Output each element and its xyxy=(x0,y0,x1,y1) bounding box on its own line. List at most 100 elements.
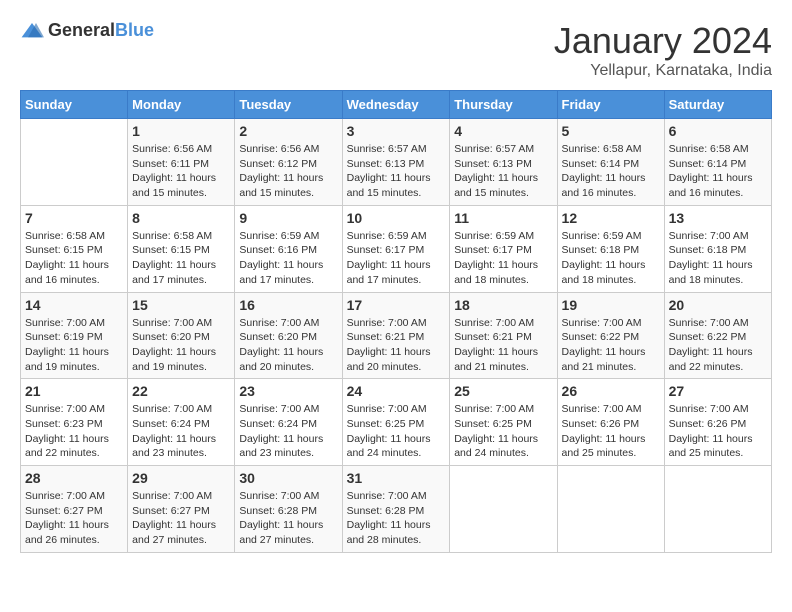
day-info: Sunrise: 6:58 AM Sunset: 6:15 PM Dayligh… xyxy=(132,229,230,288)
calendar-cell: 14 Sunrise: 7:00 AM Sunset: 6:19 PM Dayli… xyxy=(21,292,128,379)
calendar-header-row: SundayMondayTuesdayWednesdayThursdayFrid… xyxy=(21,91,772,119)
calendar-cell: 12Sunrise: 6:59 AM Sunset: 6:18 PM Dayli… xyxy=(557,205,664,292)
day-number: 15 xyxy=(132,297,230,313)
day-of-week-tuesday: Tuesday xyxy=(235,91,342,119)
calendar-week-row: 21 Sunrise: 7:00 AM Sunset: 6:23 PM Dayli… xyxy=(21,379,772,466)
day-info: Sunrise: 6:59 AM Sunset: 6:16 PM Dayligh… xyxy=(239,229,337,288)
page-header: GeneralBlue January 2024 Yellapur, Karna… xyxy=(20,20,772,80)
calendar-week-row: 14 Sunrise: 7:00 AM Sunset: 6:19 PM Dayli… xyxy=(21,292,772,379)
logo-icon xyxy=(20,21,44,41)
calendar-cell xyxy=(450,466,557,553)
day-number: 29 xyxy=(132,470,230,486)
title-block: January 2024 Yellapur, Karnataka, India xyxy=(554,20,772,80)
calendar-cell: 30 Sunrise: 7:00 AM Sunset: 6:28 PM Dayli… xyxy=(235,466,342,553)
calendar-cell: 5 Sunrise: 6:58 AM Sunset: 6:14 PM Daylig… xyxy=(557,119,664,206)
day-number: 5 xyxy=(562,123,660,139)
calendar-cell: 15 Sunrise: 7:00 AM Sunset: 6:20 PM Dayli… xyxy=(128,292,235,379)
day-number: 21 xyxy=(25,383,123,399)
calendar-cell xyxy=(557,466,664,553)
day-info: Sunrise: 7:00 AM Sunset: 6:28 PM Dayligh… xyxy=(239,489,337,548)
day-number: 28 xyxy=(25,470,123,486)
day-of-week-sunday: Sunday xyxy=(21,91,128,119)
day-number: 24 xyxy=(347,383,446,399)
calendar-cell: 28 Sunrise: 7:00 AM Sunset: 6:27 PM Dayli… xyxy=(21,466,128,553)
day-number: 10 xyxy=(347,210,446,226)
day-info: Sunrise: 6:59 AM Sunset: 6:17 PM Dayligh… xyxy=(347,229,446,288)
calendar-table: SundayMondayTuesdayWednesdayThursdayFrid… xyxy=(20,90,772,553)
calendar-cell: 3 Sunrise: 6:57 AM Sunset: 6:13 PM Daylig… xyxy=(342,119,450,206)
logo-blue: Blue xyxy=(115,20,154,40)
calendar-cell: 8 Sunrise: 6:58 AM Sunset: 6:15 PM Daylig… xyxy=(128,205,235,292)
day-info: Sunrise: 6:59 AM Sunset: 6:18 PM Dayligh… xyxy=(562,229,660,288)
day-info: Sunrise: 6:56 AM Sunset: 6:12 PM Dayligh… xyxy=(239,142,337,201)
day-info: Sunrise: 7:00 AM Sunset: 6:19 PM Dayligh… xyxy=(25,316,123,375)
calendar-cell: 25 Sunrise: 7:00 AM Sunset: 6:25 PM Dayli… xyxy=(450,379,557,466)
calendar-cell xyxy=(21,119,128,206)
day-number: 25 xyxy=(454,383,552,399)
calendar-subtitle: Yellapur, Karnataka, India xyxy=(554,62,772,80)
day-of-week-wednesday: Wednesday xyxy=(342,91,450,119)
day-info: Sunrise: 7:00 AM Sunset: 6:25 PM Dayligh… xyxy=(347,402,446,461)
logo: GeneralBlue xyxy=(20,20,154,41)
day-number: 2 xyxy=(239,123,337,139)
day-info: Sunrise: 7:00 AM Sunset: 6:20 PM Dayligh… xyxy=(132,316,230,375)
calendar-cell: 29 Sunrise: 7:00 AM Sunset: 6:27 PM Dayli… xyxy=(128,466,235,553)
day-info: Sunrise: 7:00 AM Sunset: 6:26 PM Dayligh… xyxy=(669,402,767,461)
day-info: Sunrise: 6:57 AM Sunset: 6:13 PM Dayligh… xyxy=(347,142,446,201)
calendar-cell: 18Sunrise: 7:00 AM Sunset: 6:21 PM Dayli… xyxy=(450,292,557,379)
day-info: Sunrise: 7:00 AM Sunset: 6:26 PM Dayligh… xyxy=(562,402,660,461)
day-of-week-monday: Monday xyxy=(128,91,235,119)
day-number: 4 xyxy=(454,123,552,139)
logo-general: General xyxy=(48,20,115,40)
calendar-cell: 4 Sunrise: 6:57 AM Sunset: 6:13 PM Daylig… xyxy=(450,119,557,206)
day-number: 8 xyxy=(132,210,230,226)
calendar-cell: 9Sunrise: 6:59 AM Sunset: 6:16 PM Daylig… xyxy=(235,205,342,292)
calendar-cell: 16Sunrise: 7:00 AM Sunset: 6:20 PM Dayli… xyxy=(235,292,342,379)
day-info: Sunrise: 7:00 AM Sunset: 6:23 PM Dayligh… xyxy=(25,402,123,461)
calendar-cell: 11Sunrise: 6:59 AM Sunset: 6:17 PM Dayli… xyxy=(450,205,557,292)
calendar-cell: 6 Sunrise: 6:58 AM Sunset: 6:14 PM Daylig… xyxy=(664,119,771,206)
day-info: Sunrise: 7:00 AM Sunset: 6:20 PM Dayligh… xyxy=(239,316,337,375)
calendar-cell: 24 Sunrise: 7:00 AM Sunset: 6:25 PM Dayli… xyxy=(342,379,450,466)
day-number: 6 xyxy=(669,123,767,139)
calendar-cell: 1Sunrise: 6:56 AM Sunset: 6:11 PM Daylig… xyxy=(128,119,235,206)
day-number: 7 xyxy=(25,210,123,226)
day-info: Sunrise: 7:00 AM Sunset: 6:18 PM Dayligh… xyxy=(669,229,767,288)
day-info: Sunrise: 7:00 AM Sunset: 6:27 PM Dayligh… xyxy=(132,489,230,548)
calendar-cell: 13Sunrise: 7:00 AM Sunset: 6:18 PM Dayli… xyxy=(664,205,771,292)
day-info: Sunrise: 6:57 AM Sunset: 6:13 PM Dayligh… xyxy=(454,142,552,201)
day-info: Sunrise: 7:00 AM Sunset: 6:22 PM Dayligh… xyxy=(562,316,660,375)
day-info: Sunrise: 7:00 AM Sunset: 6:22 PM Dayligh… xyxy=(669,316,767,375)
calendar-cell: 2 Sunrise: 6:56 AM Sunset: 6:12 PM Daylig… xyxy=(235,119,342,206)
day-number: 23 xyxy=(239,383,337,399)
calendar-cell: 31Sunrise: 7:00 AM Sunset: 6:28 PM Dayli… xyxy=(342,466,450,553)
calendar-cell: 20 Sunrise: 7:00 AM Sunset: 6:22 PM Dayli… xyxy=(664,292,771,379)
day-info: Sunrise: 6:58 AM Sunset: 6:14 PM Dayligh… xyxy=(669,142,767,201)
day-info: Sunrise: 7:00 AM Sunset: 6:25 PM Dayligh… xyxy=(454,402,552,461)
day-number: 18 xyxy=(454,297,552,313)
day-info: Sunrise: 6:58 AM Sunset: 6:15 PM Dayligh… xyxy=(25,229,123,288)
calendar-cell: 26Sunrise: 7:00 AM Sunset: 6:26 PM Dayli… xyxy=(557,379,664,466)
day-number: 14 xyxy=(25,297,123,313)
calendar-week-row: 7 Sunrise: 6:58 AM Sunset: 6:15 PM Daylig… xyxy=(21,205,772,292)
day-number: 3 xyxy=(347,123,446,139)
calendar-cell: 7 Sunrise: 6:58 AM Sunset: 6:15 PM Daylig… xyxy=(21,205,128,292)
calendar-cell: 21 Sunrise: 7:00 AM Sunset: 6:23 PM Dayli… xyxy=(21,379,128,466)
day-number: 19 xyxy=(562,297,660,313)
day-info: Sunrise: 6:56 AM Sunset: 6:11 PM Dayligh… xyxy=(132,142,230,201)
calendar-cell: 17Sunrise: 7:00 AM Sunset: 6:21 PM Dayli… xyxy=(342,292,450,379)
day-of-week-friday: Friday xyxy=(557,91,664,119)
calendar-week-row: 28 Sunrise: 7:00 AM Sunset: 6:27 PM Dayli… xyxy=(21,466,772,553)
day-info: Sunrise: 6:58 AM Sunset: 6:14 PM Dayligh… xyxy=(562,142,660,201)
day-info: Sunrise: 7:00 AM Sunset: 6:28 PM Dayligh… xyxy=(347,489,446,548)
day-number: 22 xyxy=(132,383,230,399)
day-number: 20 xyxy=(669,297,767,313)
calendar-cell: 23 Sunrise: 7:00 AM Sunset: 6:24 PM Dayli… xyxy=(235,379,342,466)
day-info: Sunrise: 7:00 AM Sunset: 6:24 PM Dayligh… xyxy=(239,402,337,461)
day-info: Sunrise: 7:00 AM Sunset: 6:27 PM Dayligh… xyxy=(25,489,123,548)
day-number: 30 xyxy=(239,470,337,486)
calendar-cell: 10 Sunrise: 6:59 AM Sunset: 6:17 PM Dayli… xyxy=(342,205,450,292)
calendar-cell xyxy=(664,466,771,553)
day-number: 27 xyxy=(669,383,767,399)
day-of-week-thursday: Thursday xyxy=(450,91,557,119)
